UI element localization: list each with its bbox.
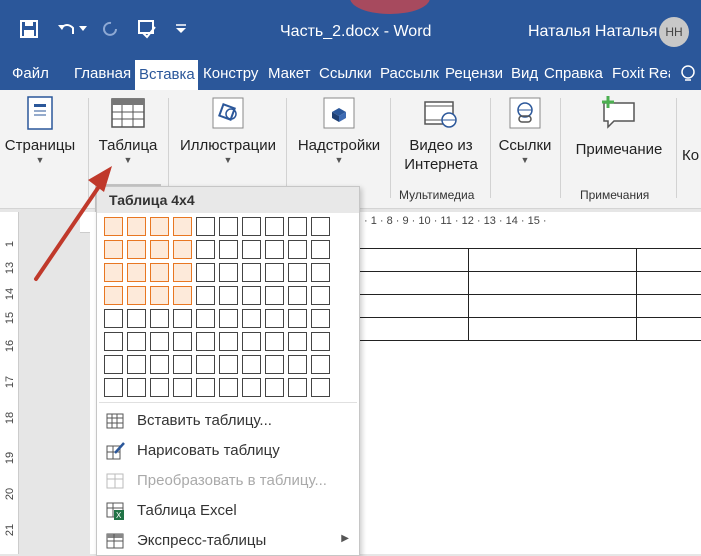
annotation-arrow (34, 166, 112, 281)
